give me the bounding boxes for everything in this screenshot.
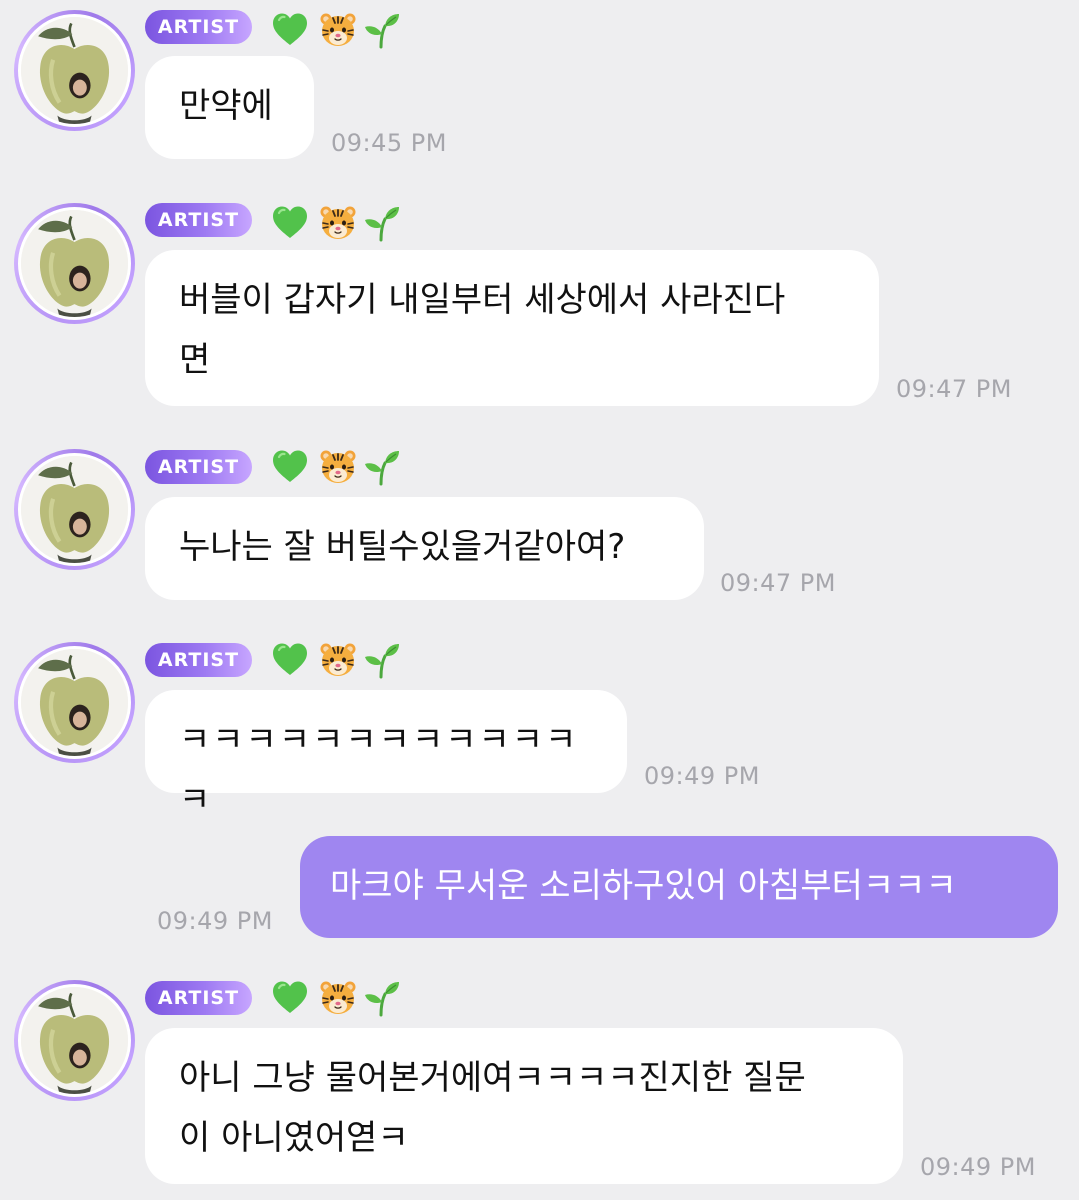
seedling-icon xyxy=(362,203,402,243)
badge-emojis xyxy=(270,10,410,50)
apple-avatar-image xyxy=(18,207,131,320)
seedling-icon xyxy=(362,447,402,487)
message-text: 만약에 xyxy=(179,86,273,126)
green-heart-icon xyxy=(270,640,310,680)
artist-badge: ARTIST xyxy=(145,450,252,484)
apple-avatar-image xyxy=(18,14,131,127)
tiger-face-icon xyxy=(318,447,358,487)
tiger-face-icon xyxy=(318,640,358,680)
artist-avatar[interactable] xyxy=(14,642,135,763)
green-heart-icon xyxy=(270,203,310,243)
seedling-icon xyxy=(362,978,402,1018)
badge-emojis xyxy=(270,203,410,243)
apple-avatar-image xyxy=(18,646,131,759)
message-bubble[interactable]: 만약에 xyxy=(145,56,314,159)
tiger-face-icon xyxy=(318,10,358,50)
artist-badge: ARTIST xyxy=(145,981,252,1015)
green-heart-icon xyxy=(270,978,310,1018)
tiger-face-icon xyxy=(318,978,358,1018)
artist-badge: ARTIST xyxy=(145,643,252,677)
artist-avatar[interactable] xyxy=(14,10,135,131)
artist-avatar[interactable] xyxy=(14,980,135,1101)
artist-badge: ARTIST xyxy=(145,203,252,237)
message-text: 아니 그냥 물어본거에여ㅋㅋㅋㅋ진지한 질문 이 아니였어엳ㅋ xyxy=(179,1058,806,1158)
artist-avatar[interactable] xyxy=(14,449,135,570)
artist-badge: ARTIST xyxy=(145,10,252,44)
tiger-face-icon xyxy=(318,203,358,243)
message-timestamp: 09:49 PM xyxy=(920,1153,1036,1181)
message-text: 버블이 갑자기 내일부터 세상에서 사라진다 면 xyxy=(179,280,786,380)
message-timestamp: 09:45 PM xyxy=(331,129,447,157)
message-bubble[interactable]: 아니 그냥 물어본거에여ㅋㅋㅋㅋ진지한 질문 이 아니였어엳ㅋ xyxy=(145,1028,903,1184)
message-timestamp: 09:49 PM xyxy=(644,762,760,790)
artist-avatar[interactable] xyxy=(14,203,135,324)
seedling-icon xyxy=(362,10,402,50)
message-bubble[interactable]: 누나는 잘 버틸수있을거같아여? xyxy=(145,497,704,600)
message-text: 누나는 잘 버틸수있을거같아여? xyxy=(179,527,626,567)
message-timestamp: 09:47 PM xyxy=(720,569,836,597)
seedling-icon xyxy=(362,640,402,680)
my-message-bubble[interactable]: 마크야 무서운 소리하구있어 아침부터ㅋㅋㅋ xyxy=(300,836,1058,938)
message-bubble[interactable]: 버블이 갑자기 내일부터 세상에서 사라진다 면 xyxy=(145,250,879,406)
message-timestamp: 09:47 PM xyxy=(896,375,1012,403)
apple-avatar-image xyxy=(18,453,131,566)
message-timestamp: 09:49 PM xyxy=(157,907,273,935)
green-heart-icon xyxy=(270,10,310,50)
badge-emojis xyxy=(270,978,410,1018)
message-text: 마크야 무서운 소리하구있어 아침부터ㅋㅋㅋ xyxy=(330,866,957,906)
badge-emojis xyxy=(270,640,410,680)
green-heart-icon xyxy=(270,447,310,487)
message-text: ㅋㅋㅋㅋㅋㅋㅋㅋㅋㅋㅋㅋㅋ xyxy=(179,720,579,820)
badge-emojis xyxy=(270,447,410,487)
message-bubble[interactable]: ㅋㅋㅋㅋㅋㅋㅋㅋㅋㅋㅋㅋㅋ xyxy=(145,690,627,820)
apple-avatar-image xyxy=(18,984,131,1097)
